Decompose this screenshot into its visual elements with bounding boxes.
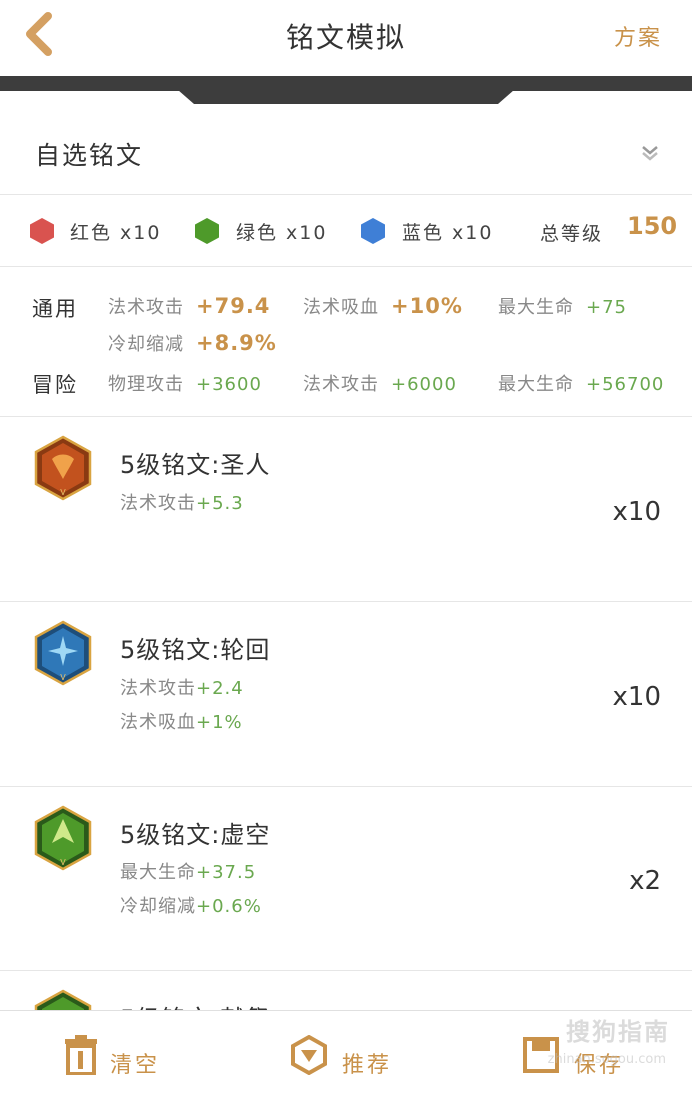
recommend-button[interactable]: 推荐 [290, 1011, 430, 1096]
red-rune-icon: V [34, 435, 92, 501]
rune-list-item[interactable]: V 5级铭文:圣人 法术攻击+5.3 x10 [0, 417, 692, 602]
green-rune-icon: V [34, 805, 92, 871]
blue-count: 蓝色 x10 [402, 222, 494, 244]
adventure-stat: 法术攻击 +6000 [303, 374, 457, 395]
recommend-label: 推荐 [342, 1053, 393, 1078]
rune-count: x10 [612, 497, 661, 527]
chevron-down-icon [642, 146, 658, 161]
general-stat: 法术吸血 +10% [303, 294, 463, 318]
general-stat: 最大生命 +75 [498, 297, 627, 318]
top-bar: 铭文模拟 方案 [0, 0, 692, 76]
rune-stat: 法术吸血+1% [120, 712, 243, 733]
rune-stat: 法术攻击+2.4 [120, 678, 244, 699]
svg-text:V: V [60, 488, 66, 497]
rune-name: 5级铭文:圣人 [120, 451, 271, 479]
green-hexagon-icon [195, 218, 219, 244]
watermark-url: zhinan.sogou.com [547, 1052, 666, 1067]
rune-selector[interactable]: 自选铭文 [0, 106, 692, 195]
red-count: 红色 x10 [70, 222, 162, 244]
rune-name: 5级铭文:虚空 [120, 821, 271, 849]
total-level-value: 150 [627, 212, 678, 240]
trash-icon [65, 1035, 97, 1075]
adventure-stats-label: 冒险 [32, 373, 78, 397]
rune-list-item[interactable]: V 5级铭文:轮回 法术攻击+2.4 法术吸血+1% x10 [0, 602, 692, 787]
rune-count: x2 [629, 866, 661, 896]
rune-stat: 冷却缩减+0.6% [120, 896, 262, 917]
rune-selector-label: 自选铭文 [35, 141, 144, 170]
general-stat: 法术攻击 +79.4 [108, 294, 271, 318]
page-title: 铭文模拟 [285, 21, 406, 54]
svg-text:V: V [60, 673, 66, 682]
red-hexagon-icon [30, 218, 54, 244]
clear-label: 清空 [110, 1053, 161, 1078]
adventure-stat: 最大生命 +56700 [498, 374, 665, 395]
header-divider-band [0, 76, 692, 104]
general-stat: 冷却缩减 +8.9% [108, 331, 277, 355]
green-count: 绿色 x10 [236, 222, 328, 244]
recommend-shield-icon [291, 1035, 327, 1075]
rune-name: 5级铭文:轮回 [120, 636, 271, 664]
rune-count: x10 [612, 682, 661, 712]
watermark-logo: 搜狗指南 [566, 1018, 670, 1046]
color-summary: 红色 x10 绿色 x10 蓝色 x10 总等级 150 [0, 195, 692, 267]
rune-stat: 最大生命+37.5 [120, 862, 257, 883]
plan-button[interactable]: 方案 [614, 20, 662, 52]
clear-button[interactable]: 清空 [60, 1011, 190, 1096]
rune-stat: 法术攻击+5.3 [120, 493, 244, 514]
blue-hexagon-icon [361, 218, 385, 244]
general-stats-label: 通用 [32, 297, 78, 321]
stats-summary: 通用 法术攻击 +79.4 法术吸血 +10% 最大生命 +75 冷却缩减 +8.9% … [0, 266, 692, 417]
svg-text:V: V [60, 858, 66, 867]
total-level-label: 总等级 [540, 223, 604, 245]
blue-rune-icon: V [34, 620, 92, 686]
rune-list-item[interactable]: V 5级铭文:虚空 最大生命+37.5 冷却缩减+0.6% x2 [0, 787, 692, 971]
adventure-stat: 物理攻击 +3600 [108, 374, 262, 395]
